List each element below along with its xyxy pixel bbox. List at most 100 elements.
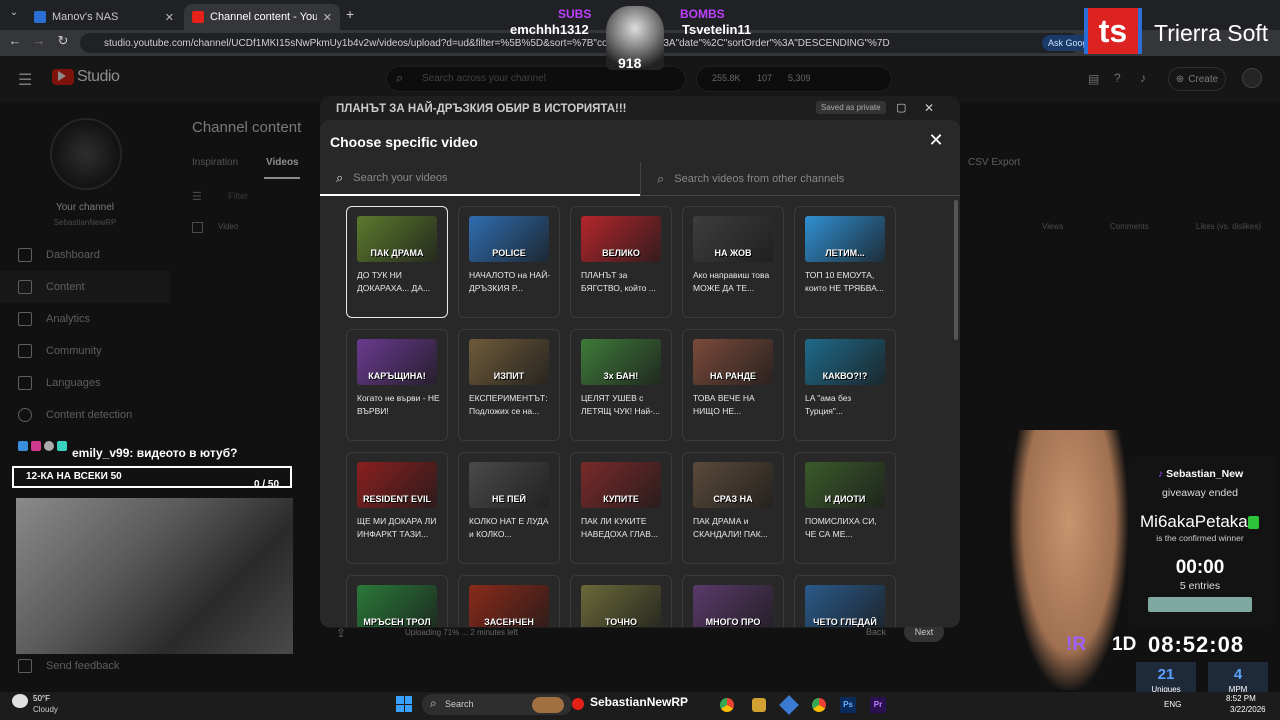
subs-name: emchhh1312 xyxy=(510,22,589,37)
winner-badge-icon xyxy=(1248,516,1259,529)
badge-icon xyxy=(31,441,41,451)
video-card[interactable]: ЛЕТИМ... ТОП 10 ЕМОУТА, които НЕ ТРЯБВА..… xyxy=(794,206,896,318)
photoshop-icon[interactable]: Ps xyxy=(840,697,856,713)
video-card[interactable]: RESIDENT EVIL ЩЕ МИ ДОКАРА ЛИ ИНФАРКТ ТАЗ… xyxy=(346,452,448,564)
taskbar-search-label: Search xyxy=(445,699,474,709)
video-title: ПАК ЛИ КУКИТЕ НАВЕДОХА ГЛАВ... xyxy=(581,516,658,539)
video-thumbnail: МРЪСЕН ТРОЛ xyxy=(357,585,437,627)
reload-icon[interactable]: ↻ xyxy=(54,33,72,49)
video-card[interactable]: МРЪСЕН ТРОЛ xyxy=(346,575,448,627)
video-thumbnail: НА ЖОВ xyxy=(693,216,773,262)
choose-video-modal: Choose specific video ✕ ⌕ Search your vi… xyxy=(320,120,960,627)
winner-note: is the confirmed winner xyxy=(1156,533,1244,543)
video-card[interactable]: КАРЪЩИНА! Когато не върви - НЕ ВЪРВИ! xyxy=(346,329,448,441)
video-card[interactable]: ТОЧНО xyxy=(570,575,672,627)
goal-label: 12-КА НА ВСЕКИ 50 xyxy=(26,471,122,482)
webcam-feed xyxy=(16,498,293,654)
forward-icon[interactable]: → xyxy=(30,33,48,48)
video-title: ПОМИСЛИХА СИ, ЧЕ СА МЕ... xyxy=(805,516,877,539)
video-title: ТОП 10 ЕМОУТА, които НЕ ТРЯБВА... xyxy=(805,270,884,293)
giveaway-host: ♪ Sebastian_New xyxy=(1158,468,1244,480)
thumbnail-text: МНОГО ПРО xyxy=(705,617,761,627)
upload-close-icon[interactable]: ✕ xyxy=(924,101,934,115)
goal-count: 0 / 50 xyxy=(254,479,280,490)
video-title: Ако направиш това МОЖЕ ДА ТЕ... xyxy=(693,270,770,293)
ir-marker: !R xyxy=(1066,634,1087,655)
uniques-value: 21 xyxy=(1157,666,1175,683)
video-card[interactable]: НА РАНДЕ ТОВА ВЕЧЕ НА НИЩО НЕ... xyxy=(682,329,784,441)
taskbar-time[interactable]: 8:52 PM xyxy=(1226,694,1256,703)
modal-close-icon[interactable]: ✕ xyxy=(926,130,946,151)
video-thumbnail: RESIDENT EVIL xyxy=(357,462,437,508)
upload-title: ПЛАНЪТ ЗА НАЙ-ДРЪЗКИЯ ОБИР В ИСТОРИЯТА!!… xyxy=(336,103,627,115)
tab-channel-content[interactable]: Channel content - YouTube Stu ✕ xyxy=(184,4,340,30)
video-thumbnail: МНОГО ПРО xyxy=(693,585,773,627)
chrome-icon[interactable] xyxy=(812,698,826,712)
close-tab-icon[interactable]: ✕ xyxy=(323,11,332,24)
stream-clock: 08:52:08 xyxy=(1148,632,1245,657)
chrome-icon[interactable] xyxy=(720,698,734,712)
video-card[interactable]: ПАК ДРАМА ДО ТУК НИ ДОКАРАХА... ДА... xyxy=(346,206,448,318)
video-card[interactable]: СРАЗ НА ПАК ДРАМА и СКАНДАЛИ! ПАК... xyxy=(682,452,784,564)
badge-icon xyxy=(44,441,54,451)
saved-badge: Saved as private xyxy=(816,101,886,114)
giveaway-winner: Mi6akaPetaka xyxy=(1140,512,1248,531)
tab-search-icon[interactable]: ⌄ xyxy=(6,7,22,23)
video-card[interactable]: ИЗПИТ ЕКСПЕРИМЕНТЪТ: Подложих се на... xyxy=(458,329,560,441)
video-title: КОЛКО НАТ Е ЛУДА и КОЛКО... xyxy=(469,516,549,539)
thumbnail-text: МРЪСЕН ТРОЛ xyxy=(363,617,431,627)
thumbnail-text: НА РАНДЕ xyxy=(709,371,757,381)
close-tab-icon[interactable]: ✕ xyxy=(165,11,174,24)
giveaway-progress xyxy=(1148,597,1252,612)
modal-title: Choose specific video xyxy=(330,134,478,150)
weather-cloud-icon[interactable] xyxy=(12,694,28,708)
taskbar-date[interactable]: 3/22/2026 xyxy=(1230,705,1266,714)
video-title: Когато не върви - НЕ ВЪРВИ! xyxy=(357,393,440,416)
video-title: ЦЕЛЯТ УШЕВ с ЛЕТЯЩ ЧУК! Най-... xyxy=(581,393,660,416)
new-tab-button[interactable]: + xyxy=(346,6,354,22)
taskbar-app-icon[interactable] xyxy=(752,698,766,712)
video-card[interactable]: НЕ ПЕЙ КОЛКО НАТ Е ЛУДА и КОЛКО... xyxy=(458,452,560,564)
video-title: LA "ама без Турция"... xyxy=(805,393,852,416)
thumbnail-text: ПАК ДРАМА xyxy=(370,248,424,258)
video-card[interactable]: ЧЕТО ГЛЕДАЙ xyxy=(794,575,896,627)
video-thumbnail: КАКВО?!? xyxy=(805,339,885,385)
video-title: НАЧАЛОТО на НАЙ-ДРЪЗКИЯ Р... xyxy=(469,270,551,293)
report-icon[interactable]: ▢ xyxy=(896,101,906,114)
search-tabs: ⌕ Search your videos ⌕ Search videos fro… xyxy=(320,162,960,196)
video-card[interactable]: КУПИТЕ ПАК ЛИ КУКИТЕ НАВЕДОХА ГЛАВ... xyxy=(570,452,672,564)
video-card[interactable]: ЗАСЕНЧЕН xyxy=(458,575,560,627)
video-title: ТОВА ВЕЧЕ НА НИЩО НЕ... xyxy=(693,393,755,416)
subs-label: SUBS xyxy=(558,7,592,21)
thumbnail-text: НА ЖОВ xyxy=(714,248,752,258)
video-card[interactable]: 3x БАН! ЦЕЛЯТ УШЕВ с ЛЕТЯЩ ЧУК! Най-... xyxy=(570,329,672,441)
chat-message: emily_v99: видеото в ютуб? xyxy=(72,446,238,460)
back-button[interactable]: Back xyxy=(866,627,886,637)
modal-scrollbar[interactable] xyxy=(954,200,958,340)
back-icon[interactable]: ← xyxy=(6,33,24,48)
video-card[interactable]: КАКВО?!? LA "ама без Турция"... xyxy=(794,329,896,441)
thumbnail-text: ЛЕТИМ... xyxy=(825,248,865,258)
video-title: ПАК ДРАМА и СКАНДАЛИ! ПАК... xyxy=(693,516,768,539)
search-other-channels-input[interactable]: ⌕ Search videos from other channels xyxy=(640,162,960,196)
video-card[interactable]: НА ЖОВ Ако направиш това МОЖЕ ДА ТЕ... xyxy=(682,206,784,318)
search-own-videos-input[interactable]: ⌕ Search your videos xyxy=(320,162,640,196)
video-thumbnail: ЧЕТО ГЛЕДАЙ xyxy=(805,585,885,627)
video-card[interactable]: И ДИОТИ ПОМИСЛИХА СИ, ЧЕ СА МЕ... xyxy=(794,452,896,564)
taskbar-app-icon[interactable] xyxy=(572,698,584,710)
video-card[interactable]: МНОГО ПРО xyxy=(682,575,784,627)
brand-name: Trierra Soft xyxy=(1154,20,1269,46)
video-card[interactable]: ВЕЛИКО ПЛАНЪТ за БЯГСТВО, който ... xyxy=(570,206,672,318)
video-card[interactable]: POLICE НАЧАЛОТО на НАЙ-ДРЪЗКИЯ Р... xyxy=(458,206,560,318)
search-highlight-icon xyxy=(532,697,564,713)
thumbnail-text: НЕ ПЕЙ xyxy=(492,494,526,504)
video-title: ПЛАНЪТ за БЯГСТВО, който ... xyxy=(581,270,656,293)
thumbnail-text: ЧЕТО ГЛЕДАЙ xyxy=(813,617,877,627)
badge-icon xyxy=(57,441,67,451)
video-title: ЩЕ МИ ДОКАРА ЛИ ИНФАРКТ ТАЗИ... xyxy=(357,516,437,539)
video-thumbnail: ИЗПИТ xyxy=(469,339,549,385)
premiere-icon[interactable]: Pr xyxy=(870,697,886,713)
tab-manovs-nas[interactable]: Manov's NAS ✕ xyxy=(26,4,182,30)
language-indicator[interactable]: ENG xyxy=(1164,700,1181,709)
windows-start-icon[interactable] xyxy=(396,696,412,712)
